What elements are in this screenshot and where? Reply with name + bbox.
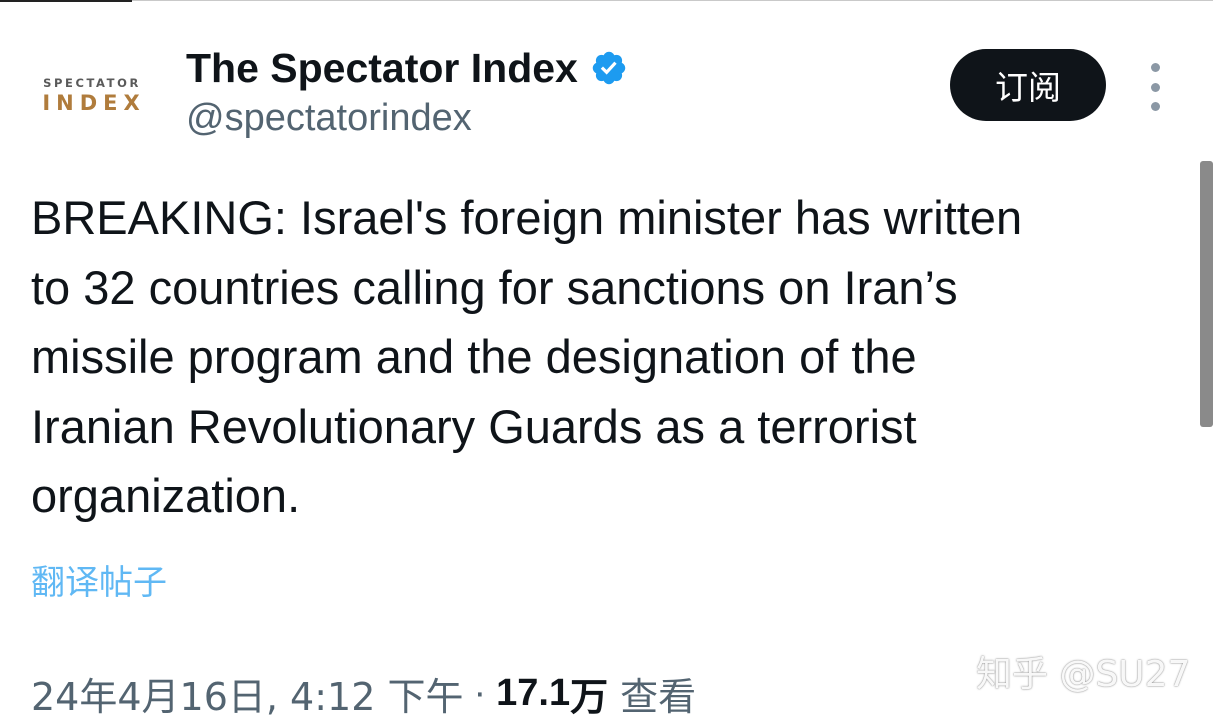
avatar-text-top: SPECTATOR [43, 76, 141, 90]
watermark: 知乎 @SU27 [976, 654, 1191, 695]
more-dot [1150, 63, 1160, 72]
user-handle[interactable]: @spectatorindex [186, 97, 472, 140]
view-count-unit: 万 [570, 674, 609, 716]
verified-badge-icon[interactable] [590, 49, 628, 87]
more-dot [1150, 102, 1160, 111]
display-name[interactable]: The Spectator Index [186, 45, 578, 92]
translate-post-link[interactable]: 翻译帖子 [31, 555, 167, 604]
more-dot [1150, 82, 1160, 92]
more-vertical-icon[interactable] [1140, 63, 1170, 111]
meta-separator: · [473, 671, 487, 714]
display-name-row: The Spectator Index [186, 43, 628, 93]
post-timestamp[interactable]: 24年4月16日, 4:12 下午 [31, 666, 463, 716]
scrollbar-thumb[interactable] [1200, 161, 1213, 427]
avatar[interactable]: SPECTATOR INDEX [34, 75, 150, 123]
avatar-text-bottom: INDEX [42, 90, 146, 115]
tweet-page: SPECTATOR INDEX The Spectator Index @spe… [0, 0, 1213, 716]
subscribe-button[interactable]: 订阅 [950, 49, 1106, 121]
tweet-meta: 24年4月16日, 4:12 下午 · 17.1 万 查看 [31, 665, 696, 716]
top-edge-mark [0, 0, 132, 2]
tweet-text: BREAKING: Israel's foreign minister has … [31, 191, 1023, 522]
view-count: 17.1 [496, 671, 571, 714]
views-label[interactable]: 查看 [620, 666, 696, 716]
